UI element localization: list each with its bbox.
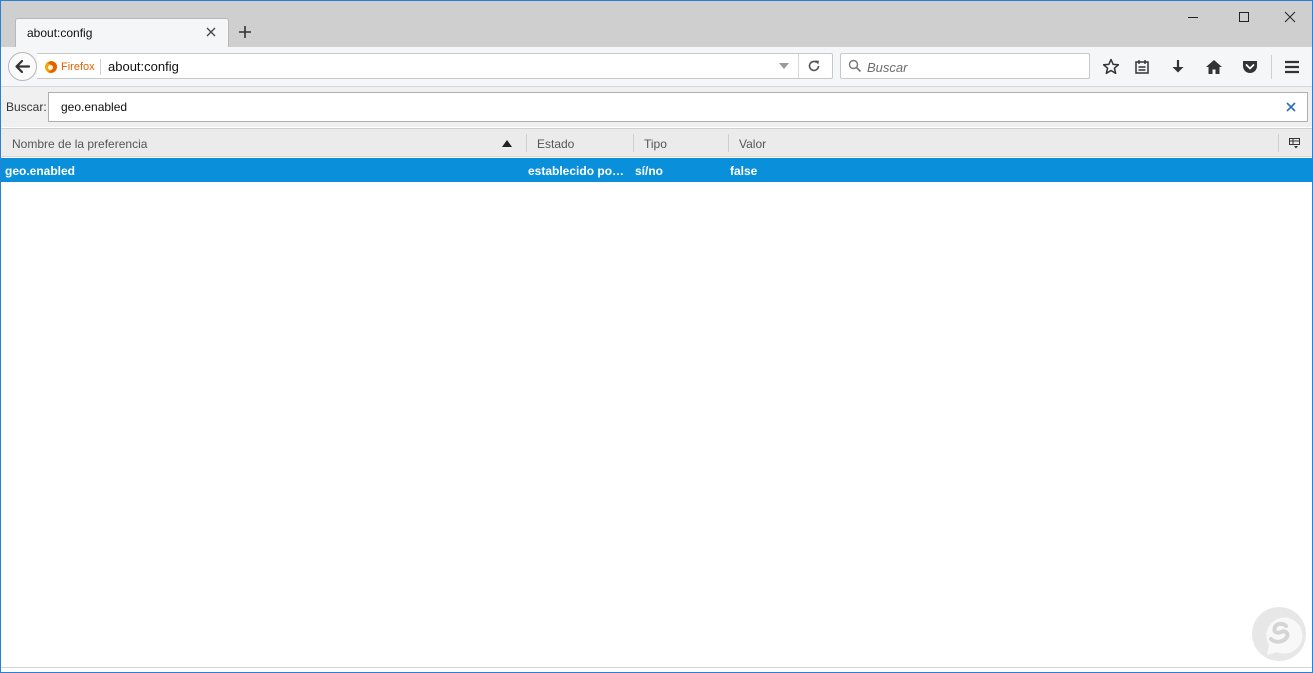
column-header-type[interactable]: Tipo [644,137,667,151]
search-placeholder: Buscar [867,60,908,75]
minimize-icon[interactable] [1183,7,1203,27]
home-icon[interactable] [1204,57,1224,77]
url-separator [798,54,799,78]
dropdown-icon[interactable] [778,61,790,71]
filter-value[interactable]: geo.enabled [61,100,127,114]
column-header-name[interactable]: Nombre de la preferencia [12,137,147,151]
tab-strip: about:config [1,1,1312,47]
site-watermark-logo [1252,607,1306,661]
download-icon[interactable] [1168,57,1188,77]
column-divider [1278,134,1279,152]
pref-type-cell: sí/no [635,164,664,178]
bookmark-star-icon[interactable] [1101,57,1121,77]
column-divider[interactable] [526,134,527,152]
bookmarks-menu-icon[interactable] [1132,57,1152,77]
toolbar-separator [1271,55,1272,79]
column-divider[interactable] [728,134,729,152]
maximize-icon[interactable] [1234,7,1254,27]
column-divider[interactable] [633,134,634,152]
status-divider [1,667,1312,668]
search-bar[interactable]: Buscar [840,53,1090,79]
filter-row: Buscar: geo.enabled [1,87,1312,127]
pref-status-cell: establecido por ... [528,164,628,178]
close-tab-icon[interactable] [204,25,218,39]
tab-title: about:config [27,26,93,40]
column-header-status[interactable]: Estado [537,137,574,151]
close-window-icon[interactable] [1280,7,1300,27]
filter-label: Buscar: [6,100,47,114]
pref-value-cell: false [730,164,758,178]
menu-icon[interactable] [1282,57,1302,77]
clear-filter-icon[interactable] [1285,101,1297,113]
search-icon [848,59,862,73]
back-arrow-icon [15,59,31,74]
preferences-table-header: Nombre de la preferencia Estado Tipo Val… [1,128,1312,157]
site-identity[interactable]: Firefox [44,59,101,75]
pref-name-cell: geo.enabled [5,164,76,178]
url-bar[interactable]: Firefox about:config [37,53,833,79]
back-button[interactable] [8,52,37,81]
new-tab-icon[interactable] [237,24,253,40]
pocket-icon[interactable] [1240,57,1260,77]
firefox-logo-icon [45,61,57,73]
browser-window: about:config Firefox about:config Buscar… [0,0,1313,673]
sort-ascending-icon [502,140,512,147]
filter-input[interactable]: geo.enabled [48,92,1308,122]
table-row[interactable]: geo.enabled establecido por ... sí/no fa… [1,158,1312,182]
reload-icon[interactable] [807,59,821,73]
column-header-value[interactable]: Valor [739,137,766,151]
column-picker-icon[interactable] [1289,138,1300,149]
identity-label: Firefox [61,61,95,73]
tab-about-config[interactable]: about:config [15,18,229,47]
url-text[interactable]: about:config [108,59,179,74]
navigation-toolbar: Firefox about:config Buscar [1,47,1312,87]
